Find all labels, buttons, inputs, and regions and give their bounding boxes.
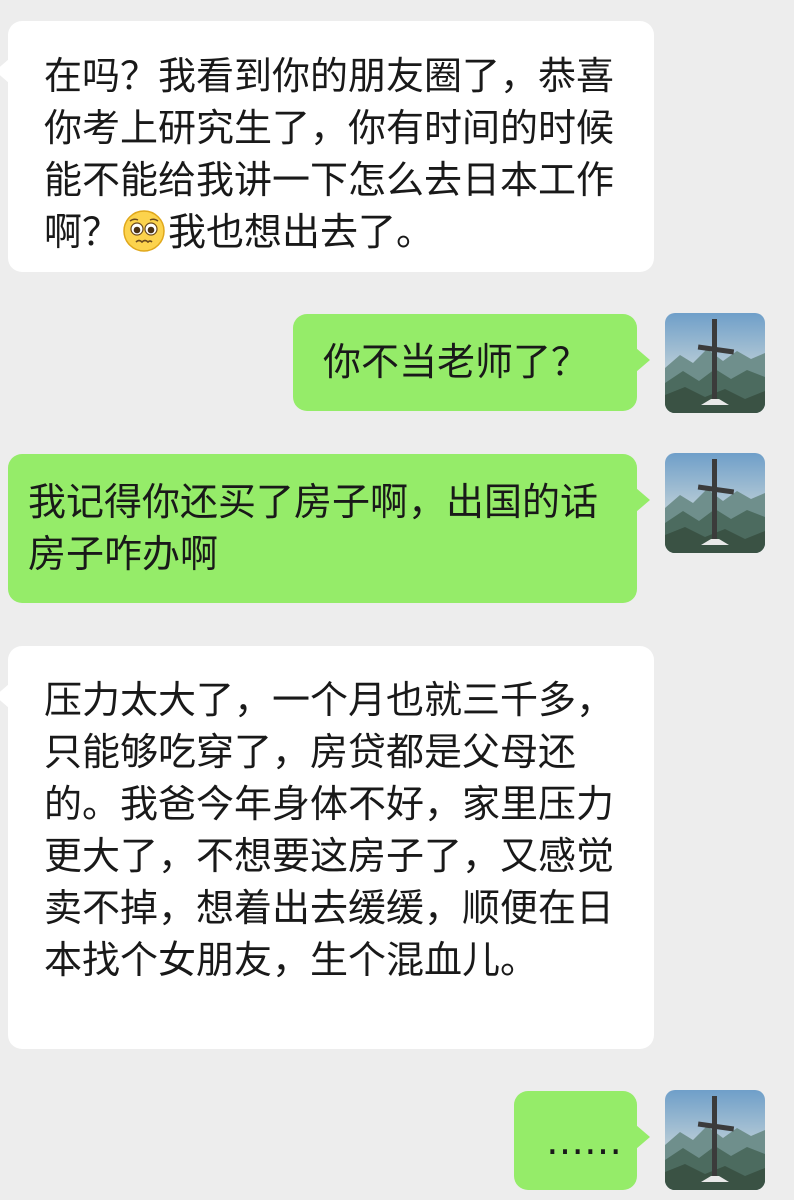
cross-on-mountain-avatar-icon bbox=[665, 453, 765, 553]
message-text: 你不当老师了？ bbox=[323, 340, 590, 384]
cross-on-mountain-avatar-icon bbox=[665, 313, 765, 413]
message-text: 我记得你还买了房子啊，出国的话房子咋办啊 bbox=[28, 480, 599, 576]
cross-on-mountain-avatar-icon bbox=[665, 1090, 765, 1190]
message-text: 我也想出去了。 bbox=[168, 210, 435, 254]
message-bubble-outgoing[interactable]: 我记得你还买了房子啊，出国的话房子咋办啊 bbox=[8, 454, 650, 603]
message-text: 压力太大了，一个月也就三千多，只能够吃穿了，房贷都是父母还的。我爸今年身体不好，… bbox=[44, 678, 615, 982]
pleading-face-emoji-icon bbox=[123, 210, 165, 252]
user-avatar[interactable] bbox=[665, 453, 765, 553]
message-bubble-outgoing[interactable]: 你不当老师了？ bbox=[293, 314, 650, 411]
message-text: …… bbox=[546, 1119, 622, 1163]
user-avatar[interactable] bbox=[665, 1090, 765, 1190]
message-bubble-incoming[interactable]: 压力太大了，一个月也就三千多，只能够吃穿了，房贷都是父母还的。我爸今年身体不好，… bbox=[0, 646, 654, 1049]
message-bubble-incoming[interactable]: 在吗？我看到你的朋友圈了，恭喜你考上研究生了，你有时间的时候能不能给我讲一下怎么… bbox=[0, 21, 654, 272]
user-avatar[interactable] bbox=[665, 313, 765, 413]
message-bubble-outgoing[interactable]: …… bbox=[514, 1091, 650, 1190]
